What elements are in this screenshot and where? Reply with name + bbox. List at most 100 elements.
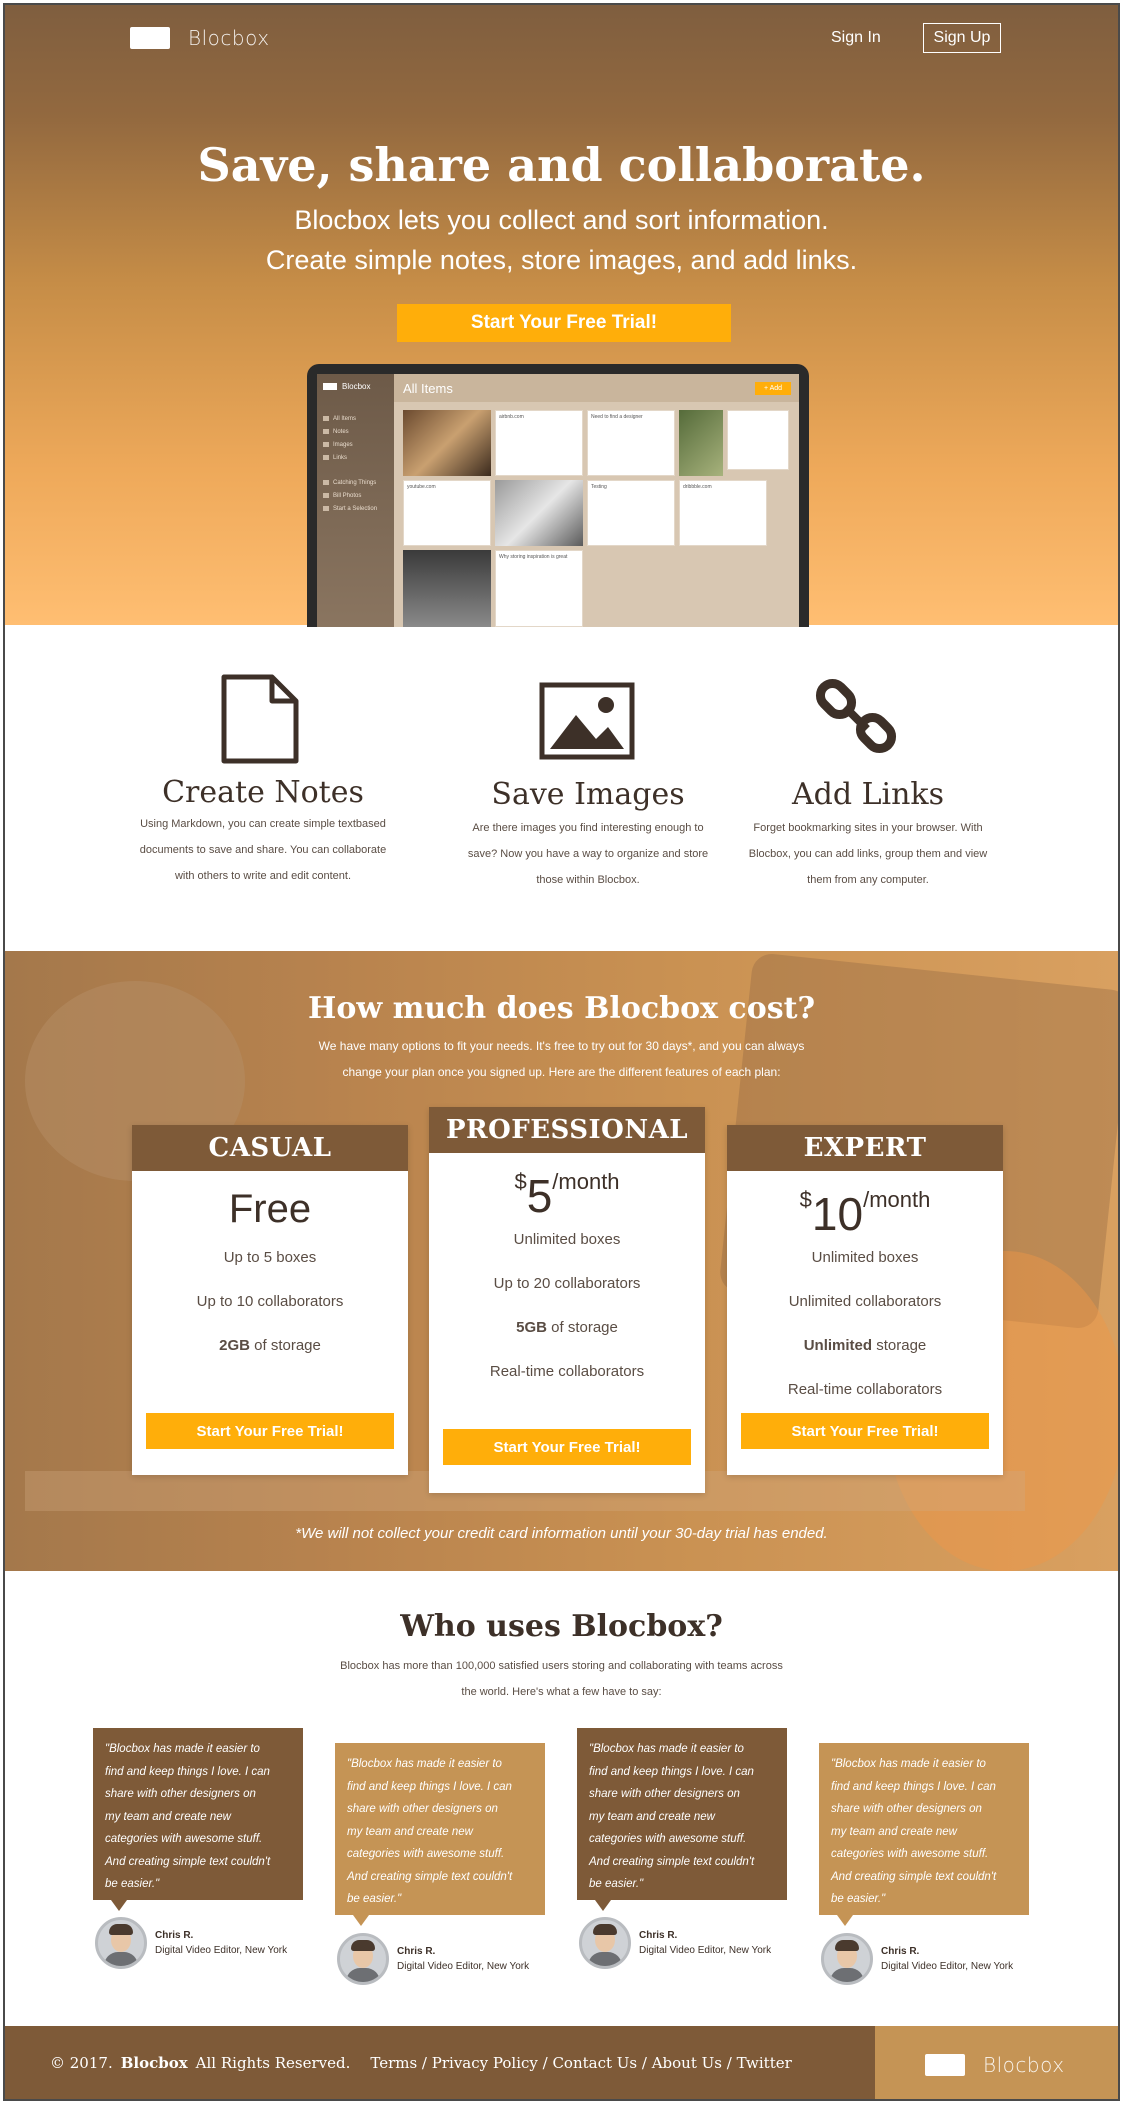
feature-description-line: Using Markdown, you can create simple te… [140,818,386,830]
quote-line: find and keep things I love. I can [105,1765,270,1778]
feature-title: Create Notes [162,775,364,810]
app-sidebar-item: Links [323,451,377,464]
avatar [337,1933,389,1985]
app-sidebar-item: Images [323,438,377,451]
plan-feature: Real-time collaborators [489,1363,645,1380]
quote-line: categories with awesome stuff. [589,1833,747,1845]
plan-price: Free [228,1187,312,1231]
app-title: All Items [403,381,453,396]
feature-description-line: documents to save and share. You can col… [139,844,387,856]
quote-line: share with other designers on [589,1788,740,1800]
plan-card-expert: EXPERT $10/month Unlimited boxes Unlimit… [727,1125,1003,1475]
feature-description: Using Markdown, you can create simple te… [103,811,423,889]
feature-title: Add Links [791,777,945,812]
app-card-text: Need to find a designer [591,414,643,420]
hero-subtitle-line: Blocbox lets you collect and sort inform… [294,205,829,235]
image-icon [539,682,635,760]
plan-name: EXPERT [727,1125,1003,1171]
hero-section: Blocbox Sign In Sign Up Save, share and … [5,5,1118,627]
app-sidebar: Blocbox All Items Notes Images Links Cat… [317,374,394,627]
testimonial-quote: "Blocbox has made it easier to find and … [577,1728,787,1911]
sign-in-link[interactable]: Sign In [831,29,881,47]
author-name: Chris R. [881,1946,920,1957]
app-note-card: youtube.com [403,480,491,546]
app-photo-card [403,550,491,627]
testimonial-author: Chris R. Digital Video Editor, New York [95,1917,287,1969]
plan-name: PROFESSIONAL [429,1107,705,1153]
quote-line: And creating simple text couldn't [589,1855,755,1868]
app-card-text: Why storing inspiration is great [499,554,568,560]
footer-text: © 2017. Blocbox All Rights Reserved. Ter… [50,2054,792,2072]
hero-trial-button[interactable]: Start Your Free Trial! [397,304,731,342]
feature-description-line: those within Blocbox. [536,874,640,886]
pricing-note: *We will not collect your credit card in… [295,1525,828,1542]
testimonial-author: Chris R. Digital Video Editor, New York [821,1933,1013,1985]
quote-line: be easier." [347,1893,402,1905]
footer-logo[interactable]: Blocbox [925,2053,1065,2077]
plan-feature: Unlimited collaborators [788,1293,942,1310]
link-icon [815,678,897,754]
app-sidebar-item: Start a Selection [323,502,377,515]
plan-name: CASUAL [132,1125,408,1171]
quote-line: my team and create new [831,1825,957,1838]
logo-text: Blocbox [188,26,270,50]
quote-line: categories with awesome stuff. [347,1848,505,1860]
quote-line: my team and create new [589,1810,715,1823]
quote-line: be easier." [831,1893,886,1905]
plan-feature-highlight: 2GB [219,1337,250,1354]
app-note-card: Testing [587,480,675,546]
testimonial-quote: "Blocbox has made it easier to find and … [93,1728,303,1911]
app-card-text: youtube.com [407,484,436,490]
app-card-text: Testing [591,484,607,490]
app-sidebar-list: All Items Notes Images Links Catching Th… [323,412,377,515]
pricing-subtitle-line: We have many options to fit your needs. … [318,1039,805,1053]
footer-brand: Blocbox [120,2054,188,2072]
author-role: Digital Video Editor, New York [639,1945,772,1956]
nav-logo[interactable]: Blocbox [130,26,270,50]
plan-trial-button[interactable]: Start Your Free Trial! [741,1413,989,1449]
quote-line: be easier." [105,1878,160,1890]
footer-links[interactable]: Terms / Privacy Policy / Contact Us / Ab… [370,2054,791,2072]
app-photo-card [495,480,583,546]
app-sidebar-item: All Items [323,412,377,425]
app-sidebar-item: Bill Photos [323,489,377,502]
testimonial-quote: "Blocbox has made it easier to find and … [335,1743,545,1926]
app-screenshot: Blocbox All Items Notes Images Links Cat… [317,374,799,627]
feature-description-line: Blocbox, you can add links, group them a… [748,848,988,860]
plan-currency: $ [799,1187,812,1212]
hero-subtitle-line: Create simple notes, store images, and a… [265,245,858,275]
app-sidebar-item: Catching Things [323,476,377,489]
app-photo-card [679,410,723,476]
hero-title: Save, share and collaborate. [197,138,926,192]
plan-trial-button[interactable]: Start Your Free Trial! [146,1413,394,1449]
plan-feature-text: of storage [249,1337,321,1354]
app-card-text: dribbble.com [683,484,712,490]
plan-feature: 2GB of storage [132,1337,408,1354]
app-logo-text: Blocbox [342,382,371,391]
plan-card-professional: PROFESSIONAL $5/month Unlimited boxes Up… [429,1107,705,1493]
app-note-card: airbnb.com [495,410,583,476]
plan-period: /month [552,1169,620,1194]
app-note-card: Need to find a designer [587,410,675,476]
quote-line: my team and create new [105,1810,231,1823]
testimonials-subtitle-line: Blocbox has more than 100,000 satisfied … [340,1660,783,1672]
pricing-section: How much does Blocbox cost? We have many… [5,951,1118,1571]
quote-line: share with other designers on [831,1803,982,1815]
footer-logo-text: Blocbox [983,2053,1065,2077]
plan-currency: $ [514,1169,527,1194]
quote-line: my team and create new [347,1825,473,1838]
testimonials-subtitle-line: the world. Here's what a few have to say… [461,1686,662,1698]
avatar [821,1933,873,1985]
plan-amount: 10 [811,1188,864,1240]
plan-feature-text: storage [872,1337,927,1354]
avatar [95,1917,147,1969]
sign-up-button[interactable]: Sign Up [923,23,1001,53]
plan-amount: 5 [526,1170,553,1222]
testimonial-quote: "Blocbox has made it easier to find and … [819,1743,1029,1926]
plan-price: $10/month [727,1187,1003,1241]
quote-line: categories with awesome stuff. [105,1833,263,1845]
author-role: Digital Video Editor, New York [397,1961,530,1972]
pricing-title: How much does Blocbox cost? [307,991,816,1026]
plan-trial-button[interactable]: Start Your Free Trial! [443,1429,691,1465]
testimonial-author: Chris R. Digital Video Editor, New York [579,1917,771,1969]
